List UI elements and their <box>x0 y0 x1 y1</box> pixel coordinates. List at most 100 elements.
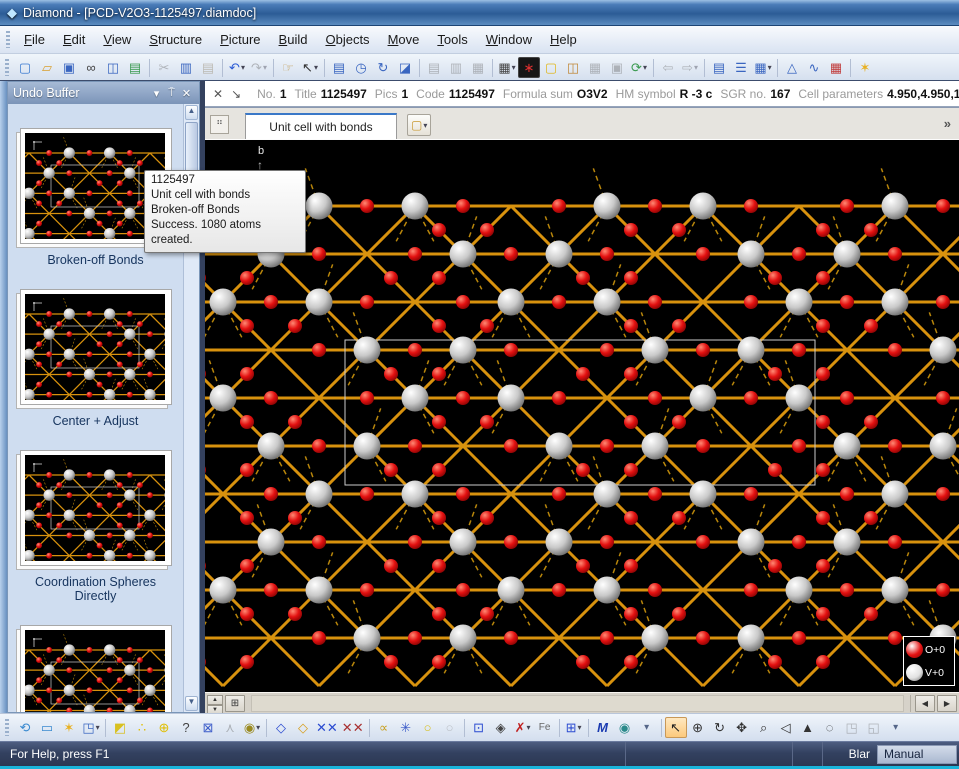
open-file-button[interactable]: ▱ <box>36 57 58 78</box>
tab-unit-cell-with-bonds[interactable]: Unit cell with bonds <box>245 113 397 139</box>
blank-pane-button[interactable]: ◪ <box>394 57 416 78</box>
cell-edges-button[interactable]: ◈ <box>490 717 512 738</box>
data-sheet-button[interactable]: ▤ <box>328 57 350 78</box>
rotate-mode-button[interactable]: ↻ <box>709 717 731 738</box>
toolbar-top-grip[interactable] <box>5 59 9 76</box>
undo-thumbnail[interactable] <box>20 450 172 566</box>
move-mode-button[interactable]: ⊕ <box>687 717 709 738</box>
nav-scroll-track[interactable] <box>251 695 904 712</box>
undo-thumbnail[interactable] <box>20 289 172 405</box>
chevron-down-icon[interactable]: ▾ <box>643 63 647 72</box>
chevron-down-icon[interactable]: ▾ <box>96 723 100 732</box>
update-picture-button[interactable]: ⟲ <box>14 717 36 738</box>
toolbar-options-button[interactable]: ▾ <box>636 717 658 738</box>
print-preview-button[interactable]: ◫ <box>102 57 124 78</box>
row-spinner[interactable]: ▲ ▼ <box>207 695 223 712</box>
apply-design-button[interactable]: ▭ <box>36 717 58 738</box>
next-picture-icon[interactable]: ▶ <box>937 695 957 712</box>
select-mode-button[interactable]: ↖ <box>665 717 687 738</box>
packing-diagram-button[interactable]: ◇ <box>292 717 314 738</box>
connect-atoms-button[interactable]: ✕✕ <box>314 717 340 738</box>
add-atoms-button[interactable]: ⊕ <box>153 717 175 738</box>
picture-assistant-button[interactable]: ✶ <box>58 717 80 738</box>
close-icon[interactable]: ✕ <box>213 87 223 101</box>
chevron-down-icon[interactable]: ▾ <box>423 121 427 130</box>
close-icon[interactable]: ✕ <box>179 87 194 100</box>
assistant-wizard-button[interactable]: ✶ <box>854 57 876 78</box>
disconnect-atoms-button[interactable]: ✕✕ <box>340 717 366 738</box>
chevron-down-icon[interactable]: ▾ <box>314 63 318 72</box>
chevron-down-icon[interactable]: ▾ <box>241 63 245 72</box>
spin-up-icon[interactable]: ▲ <box>207 695 223 705</box>
properties-table-button[interactable]: ▦ <box>825 57 847 78</box>
render-screen-button[interactable]: ∗ <box>518 57 540 78</box>
pin-icon[interactable]: ⍑ <box>164 87 179 100</box>
undo-item-coordination-spheres-directly[interactable]: Coordination Spheres Directly <box>20 450 172 603</box>
new-picture-tab-button[interactable]: ▢ ▾ <box>407 114 431 136</box>
new-document-button[interactable]: ▢ <box>14 57 36 78</box>
undo-panel-header[interactable]: Undo Buffer ▾ ⍑ ✕ <box>8 82 199 104</box>
goto-icon[interactable]: ↘ <box>231 87 241 101</box>
m-mode-button[interactable]: M <box>592 717 614 738</box>
pan-hand-button[interactable]: ☞ <box>277 57 299 78</box>
zoom-mode-button[interactable]: ⌕ <box>753 717 775 738</box>
undo-thumbnail[interactable] <box>20 625 172 712</box>
perspective-button[interactable]: ▲ <box>797 717 819 738</box>
chevron-down-icon[interactable]: ▾ <box>149 87 164 100</box>
spin-animation-button[interactable]: ◌ <box>819 717 841 738</box>
menu-build[interactable]: Build <box>270 28 317 51</box>
chevron-down-icon[interactable]: ▾ <box>578 723 582 732</box>
toolbar-options-button-2[interactable]: ▾ <box>885 717 907 738</box>
view-direction-button[interactable]: ◁ <box>775 717 797 738</box>
report-view-button[interactable]: ▤ <box>708 57 730 78</box>
pane-grid-icon[interactable]: ⠛ <box>210 115 229 134</box>
menu-grip[interactable] <box>6 31 10 48</box>
fill-unit-cell-button[interactable]: ✳ <box>395 717 417 738</box>
chevron-down-icon[interactable]: ▾ <box>527 723 531 732</box>
connectivity-button[interactable]: ? <box>175 717 197 738</box>
menu-window[interactable]: Window <box>477 28 541 51</box>
scene-settings-button[interactable]: ⊞▾ <box>563 717 585 738</box>
powder-pattern-button[interactable]: ∿ <box>803 57 825 78</box>
element-symbol-button[interactable]: Fe <box>534 717 556 738</box>
copy-button[interactable]: ▥ <box>175 57 197 78</box>
picture-export-button[interactable]: ◳▾ <box>80 717 102 738</box>
chevron-down-icon[interactable]: ▾ <box>263 63 267 72</box>
build-molecules-button[interactable]: ◇ <box>270 717 292 738</box>
copy-picture-button[interactable]: ◫ <box>562 57 584 78</box>
menu-help[interactable]: Help <box>541 28 586 51</box>
print-button[interactable]: ▤ <box>124 57 146 78</box>
pointer-button[interactable]: ↖▾ <box>299 57 321 78</box>
shift-mode-button[interactable]: ✥ <box>731 717 753 738</box>
save-button[interactable]: ▣ <box>58 57 80 78</box>
menu-structure[interactable]: Structure <box>140 28 211 51</box>
atom-design-button[interactable]: ◉▾ <box>241 717 263 738</box>
add-bond-button[interactable]: ∝ <box>373 717 395 738</box>
find-button[interactable]: ∞ <box>80 57 102 78</box>
table-mode-icon[interactable]: ⊞ <box>225 695 245 712</box>
unit-cell-button[interactable]: ⊡ <box>468 717 490 738</box>
broken-off-bonds-button[interactable]: ✗▾ <box>512 717 534 738</box>
menu-view[interactable]: View <box>94 28 140 51</box>
undo-item-partial[interactable] <box>20 625 172 712</box>
destroy-atoms-button[interactable]: ◩ <box>109 717 131 738</box>
tab-overflow-button[interactable]: » <box>944 116 951 131</box>
new-picture-button[interactable]: ▢ <box>540 57 562 78</box>
add-all-atoms-button[interactable]: ∴ <box>131 717 153 738</box>
recent-view-button[interactable]: ◷ <box>350 57 372 78</box>
chevron-down-icon[interactable]: ▾ <box>768 63 772 72</box>
coordination-polyhedra-button[interactable]: ⊠ <box>197 717 219 738</box>
grow-shell-button[interactable]: ○ <box>417 717 439 738</box>
scroll-up-icon[interactable]: ▲ <box>185 105 198 120</box>
grid-layout-button[interactable]: ▦▾ <box>496 57 518 78</box>
distance-histogram-button[interactable]: △ <box>781 57 803 78</box>
table-view-button[interactable]: ▦▾ <box>752 57 774 78</box>
menu-picture[interactable]: Picture <box>211 28 269 51</box>
scroll-down-icon[interactable]: ▼ <box>185 696 198 711</box>
sphere-mode-button[interactable]: ◉ <box>614 717 636 738</box>
undo-item-center-adjust[interactable]: Center + Adjust <box>20 289 172 428</box>
chevron-down-icon[interactable]: ▾ <box>694 63 698 72</box>
picture-history-button[interactable]: ⟳▾ <box>628 57 650 78</box>
title-bar[interactable]: ◆ Diamond - [PCD-V2O3-1125497.diamdoc] <box>0 0 959 26</box>
menu-tools[interactable]: Tools <box>428 28 476 51</box>
